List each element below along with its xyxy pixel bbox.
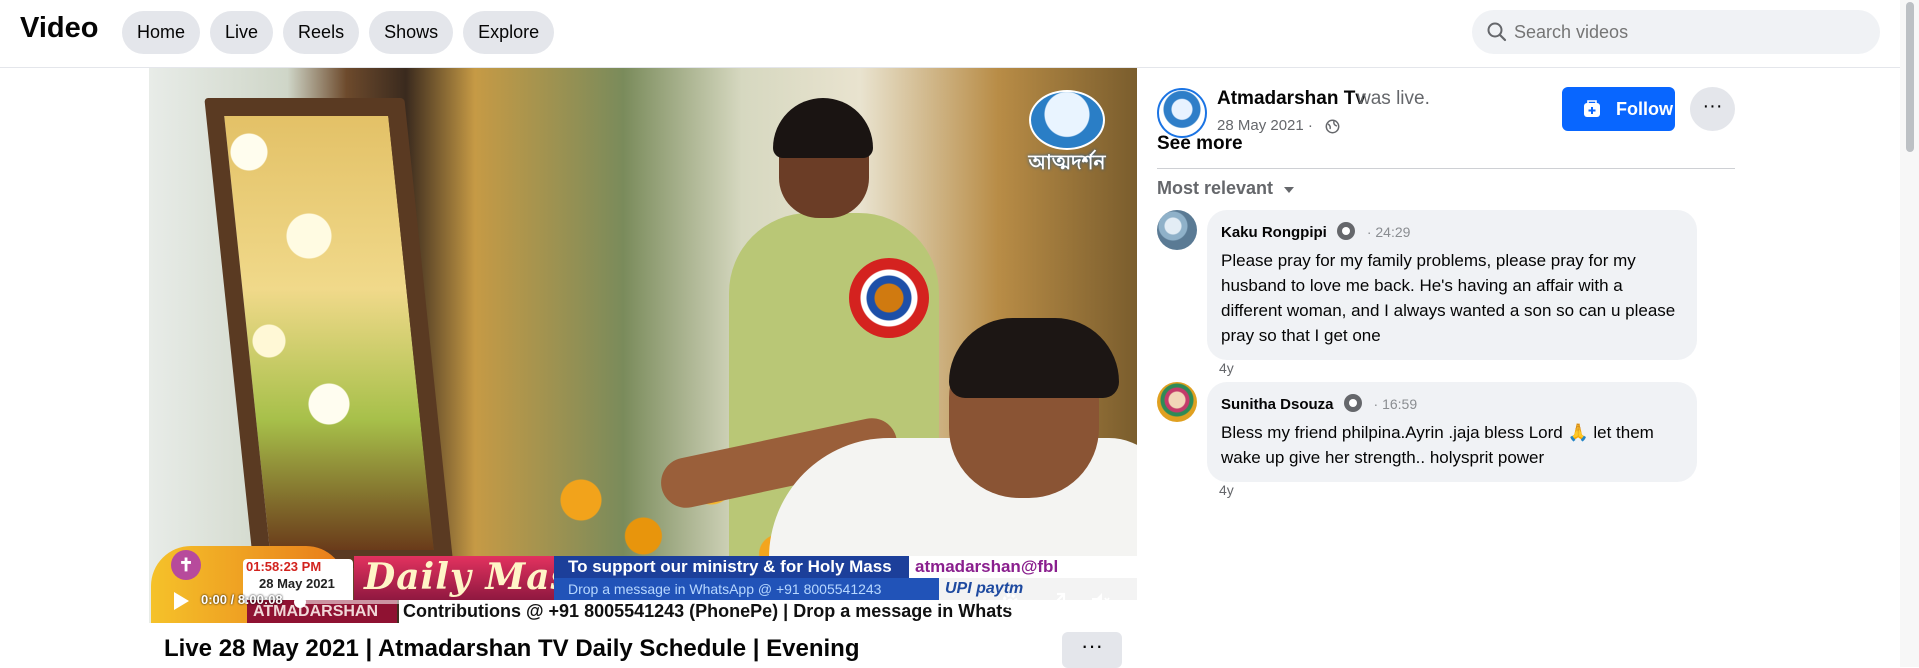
comment-author[interactable]: Sunitha Dsouza: [1221, 396, 1334, 413]
support-text: To support our ministry & for Holy Mass …: [554, 556, 959, 598]
divider: [1157, 168, 1735, 169]
playback-time: 0:00 / 8:00:08: [201, 592, 283, 607]
man-hair: [949, 318, 1119, 398]
volume-icon[interactable]: [1089, 590, 1111, 612]
follower-badge-icon: [1343, 394, 1362, 412]
page-more-button[interactable]: ···: [1690, 87, 1735, 131]
page-name-link[interactable]: Atmadarshan Tv: [1217, 88, 1366, 110]
comment-video-time[interactable]: · 16:59: [1374, 396, 1418, 412]
comment-sort-dropdown[interactable]: Most relevant: [1157, 178, 1273, 199]
page-avatar[interactable]: [1157, 88, 1207, 138]
nav-tabs: Home Live Reels Shows Explore: [122, 11, 555, 54]
page-title: Video: [20, 12, 99, 44]
comment-author[interactable]: Kaku Rongpipi: [1221, 224, 1327, 241]
nav-reels-tab[interactable]: Reels: [283, 11, 360, 54]
comment-video-time[interactable]: · 24:29: [1367, 224, 1411, 240]
scrollbar-thumb[interactable]: [1906, 2, 1914, 152]
search-icon: [1487, 22, 1507, 42]
live-status-text: was live.: [1357, 88, 1430, 109]
video-title: Live 28 May 2021 | Atmadarshan TV Daily …: [164, 635, 860, 662]
comment-bubble: Kaku Rongpipi · 24:29 Please pray for my …: [1207, 210, 1697, 360]
follow-page-icon: [1584, 100, 1600, 117]
commenter-avatar[interactable]: [1157, 210, 1197, 250]
woman-hair: [773, 98, 873, 158]
nav-shows-tab[interactable]: Shows: [369, 11, 454, 54]
video-player[interactable]: আত্মদর্শন ✝ 01:58:23 PM 28 May 2021 Dail…: [149, 68, 1137, 623]
search-input[interactable]: [1510, 10, 1870, 54]
top-bar: Video Home Live Reels Shows Explore: [0, 0, 1900, 68]
see-more-link[interactable]: See more: [1157, 133, 1243, 155]
comment-text: Bless my friend philpina.Ayrin .jaja ble…: [1221, 423, 1654, 467]
comment-age[interactable]: 4y: [1219, 360, 1234, 376]
post-date[interactable]: 28 May 2021 ·: [1217, 117, 1313, 134]
fullscreen-expand-icon[interactable]: [1046, 590, 1068, 612]
search-box[interactable]: [1472, 10, 1880, 54]
follower-badge-icon: [1336, 222, 1355, 240]
logo-emblem: [1029, 90, 1105, 150]
nav-home-tab[interactable]: Home: [122, 11, 201, 54]
player-controls: 0:00 / 8:00:08: [149, 576, 1137, 623]
globe-icon: [1325, 119, 1340, 134]
progress-bar[interactable]: [294, 596, 979, 608]
nav-explore-tab[interactable]: Explore: [463, 11, 555, 54]
follow-button[interactable]: Follow: [1562, 87, 1675, 131]
follow-label: Follow: [1616, 99, 1673, 119]
logo-text: আত্মদর্শন: [1028, 152, 1106, 174]
chevron-down-icon[interactable]: [1281, 182, 1297, 198]
video-more-button[interactable]: ···: [1062, 632, 1122, 668]
settings-gear-icon[interactable]: [999, 590, 1021, 612]
nav-live-tab[interactable]: Live: [210, 11, 274, 54]
comment-bubble: Sunitha Dsouza · 16:59 Bless my friend ph…: [1207, 382, 1697, 482]
side-panel: Atmadarshan Tv was live. 28 May 2021 · S…: [1157, 68, 1735, 667]
comment-age[interactable]: 4y: [1219, 482, 1234, 498]
email-text: atmadarshan@fbl: [909, 556, 1137, 578]
play-icon[interactable]: [171, 590, 191, 612]
commenter-avatar[interactable]: [1157, 382, 1197, 422]
page-scrollbar[interactable]: [1900, 0, 1919, 667]
channel-logo: আত্মদর্শন: [1019, 86, 1115, 182]
comment-text: Please pray for my family problems, plea…: [1221, 251, 1676, 345]
flower-decoration: [189, 68, 389, 488]
broadcast-clock: 01:58:23 PM: [246, 559, 322, 574]
progress-knob[interactable]: [294, 596, 306, 608]
